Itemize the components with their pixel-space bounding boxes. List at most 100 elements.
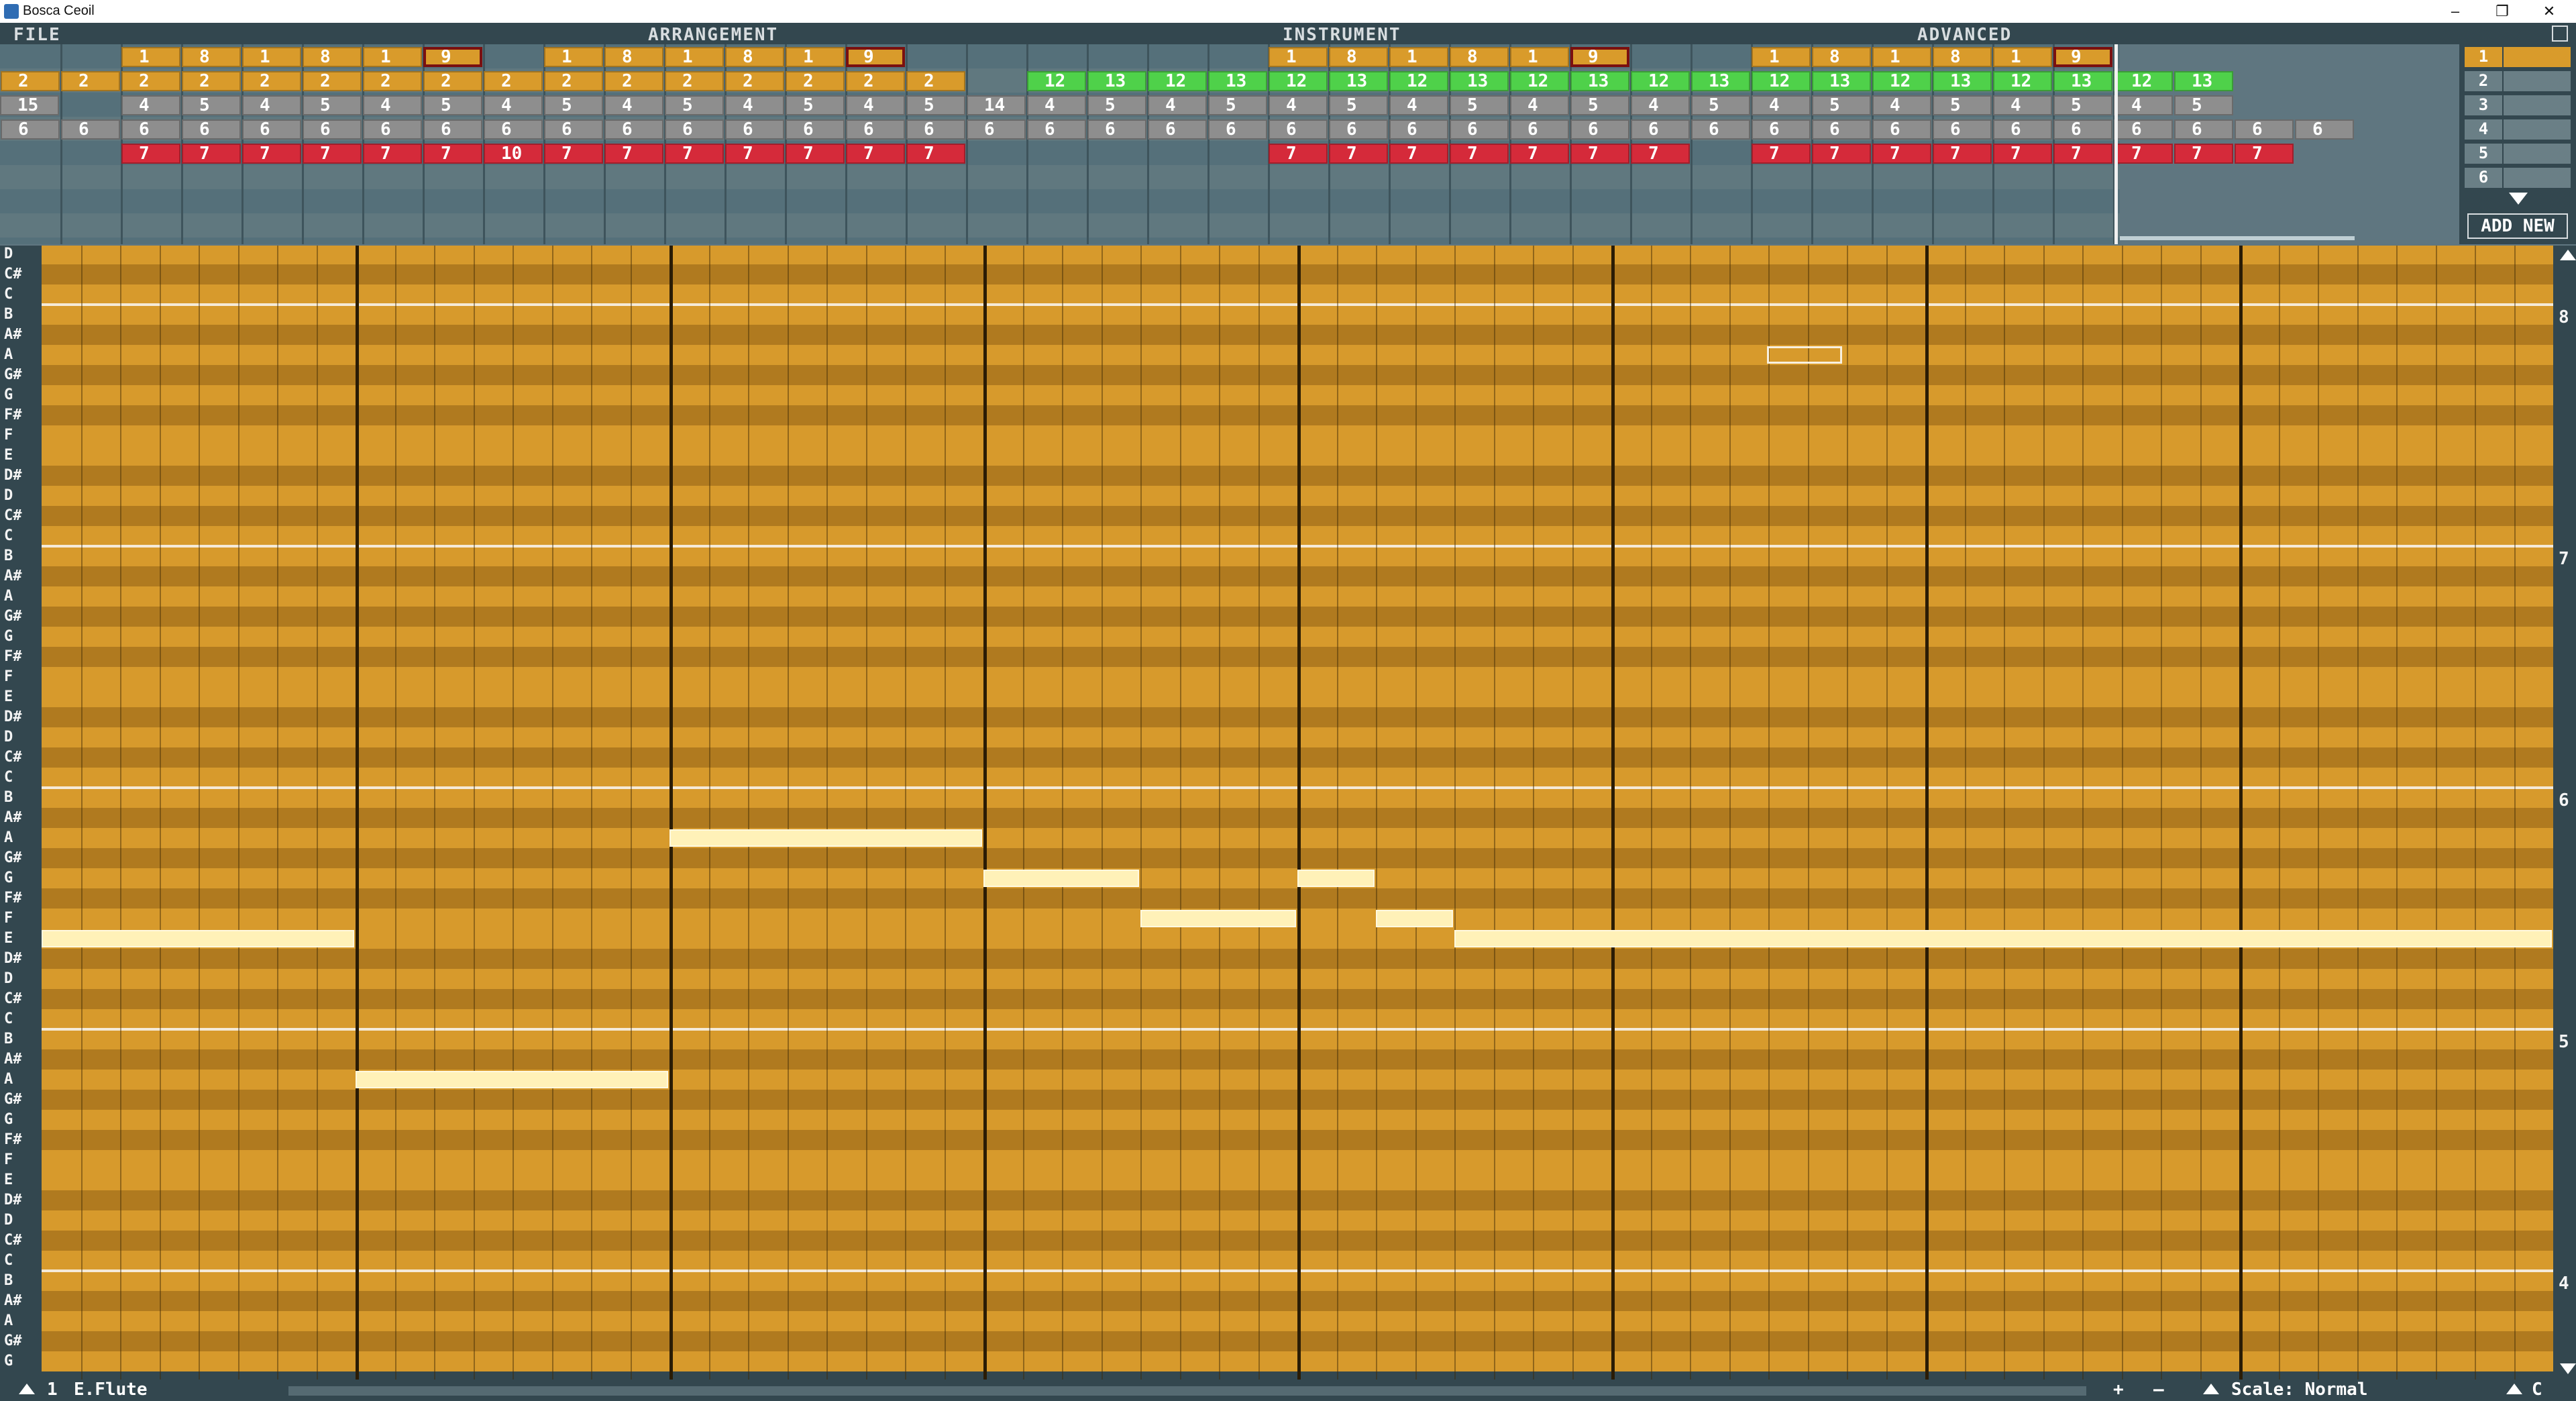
pattern-cell[interactable]: 12 xyxy=(1510,71,1569,91)
pattern-cell[interactable]: 2 xyxy=(665,71,724,91)
pattern-cell[interactable]: 7 xyxy=(846,144,905,164)
pattern-cell[interactable]: 13 xyxy=(1812,71,1871,91)
pattern-cell[interactable]: 14 xyxy=(967,95,1026,115)
pattern-cell[interactable]: 2 xyxy=(363,71,422,91)
pattern-cell[interactable]: 6 xyxy=(2295,119,2354,140)
pattern-cell[interactable]: 7 xyxy=(182,144,241,164)
pattern-scroll-track[interactable] xyxy=(288,1386,2086,1396)
zoom-in-button[interactable]: + xyxy=(2113,1380,2124,1400)
pattern-cell[interactable]: 6 xyxy=(906,119,965,140)
key-up-icon[interactable] xyxy=(2506,1384,2522,1394)
pattern-cell[interactable]: 7 xyxy=(1752,144,1811,164)
tab-advanced[interactable]: ADVANCED xyxy=(1917,25,2012,45)
pattern-cell[interactable]: 12 xyxy=(1631,71,1690,91)
pattern-cell[interactable]: 7 xyxy=(1812,144,1871,164)
pattern-cell[interactable]: 2 xyxy=(121,71,180,91)
pattern-cell[interactable]: 13 xyxy=(1691,71,1750,91)
pattern-cell[interactable]: 6 xyxy=(665,119,724,140)
pattern-cell[interactable]: 6 xyxy=(1933,119,1992,140)
pattern-cell[interactable]: 6 xyxy=(242,119,301,140)
pattern-cell[interactable]: 6 xyxy=(1269,119,1328,140)
pattern-cell[interactable]: 6 xyxy=(1,119,60,140)
pattern-cell[interactable]: 1 xyxy=(1389,47,1448,67)
fullscreen-toggle-icon[interactable] xyxy=(2552,25,2568,42)
pattern-cell[interactable]: 6 xyxy=(1027,119,1086,140)
tab-arrangement[interactable]: ARRANGEMENT xyxy=(648,25,778,45)
pattern-cell[interactable]: 5 xyxy=(1570,95,1629,115)
note-block[interactable] xyxy=(356,1071,668,1088)
key-selector[interactable]: C xyxy=(2532,1380,2542,1400)
pattern-cell[interactable]: 1 xyxy=(242,47,301,67)
pattern-cell[interactable]: 6 xyxy=(303,119,362,140)
pattern-cell[interactable]: 7 xyxy=(604,144,663,164)
pattern-cell[interactable]: 4 xyxy=(846,95,905,115)
pattern-cell[interactable]: 5 xyxy=(2174,95,2233,115)
pattern-cell[interactable]: 8 xyxy=(1329,47,1388,67)
pattern-cell[interactable]: 8 xyxy=(182,47,241,67)
pattern-cell[interactable]: 7 xyxy=(725,144,784,164)
pattern-cell[interactable]: 1 xyxy=(1993,47,2052,67)
pattern-cell[interactable]: 6 xyxy=(1450,119,1509,140)
pattern-cell[interactable]: 7 xyxy=(2174,144,2233,164)
pattern-cell[interactable]: 5 xyxy=(544,95,603,115)
pattern-cell[interactable]: 7 xyxy=(1631,144,1690,164)
octave-scrollbar[interactable]: 8 7 6 5 4 xyxy=(2553,246,2576,1380)
pattern-cell[interactable]: 7 xyxy=(1510,144,1569,164)
minimize-button[interactable]: – xyxy=(2435,0,2475,23)
instrument-slot[interactable]: 2 xyxy=(2462,70,2573,91)
pattern-cell[interactable]: 9 xyxy=(846,47,905,67)
scale-up-icon[interactable] xyxy=(2203,1384,2219,1394)
pattern-cell[interactable]: 2 xyxy=(544,71,603,91)
pattern-cell[interactable]: 7 xyxy=(121,144,180,164)
pattern-cell[interactable]: 5 xyxy=(1933,95,1992,115)
pattern-cell[interactable]: 6 xyxy=(1087,119,1146,140)
scale-selector[interactable]: Scale: Normal xyxy=(2231,1380,2368,1400)
pattern-cell[interactable]: 6 xyxy=(544,119,603,140)
pattern-cell[interactable]: 12 xyxy=(1752,71,1811,91)
instrument-up-icon[interactable] xyxy=(19,1384,35,1394)
pattern-cell[interactable]: 7 xyxy=(242,144,301,164)
pattern-cell[interactable]: 4 xyxy=(1389,95,1448,115)
pattern-cell[interactable]: 9 xyxy=(2053,47,2112,67)
pattern-cell[interactable]: 4 xyxy=(1752,95,1811,115)
pattern-cell[interactable]: 9 xyxy=(423,47,482,67)
pattern-cell[interactable]: 6 xyxy=(1329,119,1388,140)
pattern-cell[interactable]: 1 xyxy=(1872,47,1931,67)
arrangement-scrollbar[interactable] xyxy=(2120,236,2355,240)
pattern-cell[interactable]: 12 xyxy=(1269,71,1328,91)
pattern-cell[interactable]: 5 xyxy=(906,95,965,115)
pattern-cell[interactable]: 4 xyxy=(1148,95,1207,115)
pattern-cell[interactable]: 4 xyxy=(725,95,784,115)
pattern-cell[interactable]: 12 xyxy=(2114,71,2173,91)
note-block[interactable] xyxy=(983,870,1139,887)
pattern-cell[interactable]: 6 xyxy=(2174,119,2233,140)
note-block[interactable] xyxy=(1376,910,1453,927)
pattern-cell[interactable]: 6 xyxy=(1631,119,1690,140)
pattern-cell[interactable]: 4 xyxy=(363,95,422,115)
pattern-cell[interactable]: 5 xyxy=(1208,95,1267,115)
pattern-cell[interactable]: 7 xyxy=(2235,144,2294,164)
pattern-cell[interactable]: 10 xyxy=(484,144,543,164)
pattern-cell[interactable]: 8 xyxy=(725,47,784,67)
pattern-cell[interactable]: 7 xyxy=(786,144,845,164)
pattern-cell[interactable]: 6 xyxy=(604,119,663,140)
pattern-cell[interactable]: 12 xyxy=(1993,71,2052,91)
pattern-cell[interactable]: 6 xyxy=(1510,119,1569,140)
pattern-cell[interactable]: 7 xyxy=(423,144,482,164)
pattern-cell[interactable]: 5 xyxy=(303,95,362,115)
pattern-cell[interactable]: 6 xyxy=(423,119,482,140)
pattern-cell[interactable]: 6 xyxy=(1389,119,1448,140)
pattern-cell[interactable]: 1 xyxy=(1752,47,1811,67)
pattern-cell[interactable]: 5 xyxy=(1812,95,1871,115)
tab-file[interactable]: FILE xyxy=(13,25,61,45)
pattern-cell[interactable]: 8 xyxy=(604,47,663,67)
pattern-cell[interactable]: 7 xyxy=(2053,144,2112,164)
add-new-instrument-button[interactable]: ADD NEW xyxy=(2467,213,2568,239)
instrument-slot[interactable]: 5 xyxy=(2462,142,2573,164)
note-block[interactable] xyxy=(42,930,354,947)
tab-instrument[interactable]: INSTRUMENT xyxy=(1283,25,1401,45)
pattern-cell[interactable]: 1 xyxy=(665,47,724,67)
pattern-cell[interactable]: 2 xyxy=(182,71,241,91)
current-instrument-name[interactable]: E.Flute xyxy=(74,1380,148,1400)
pattern-cell[interactable]: 2 xyxy=(484,71,543,91)
